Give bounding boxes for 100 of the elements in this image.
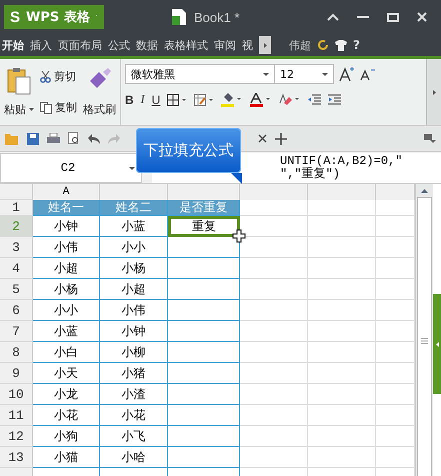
layout-icon[interactable] [424,134,436,144]
row-number[interactable]: 12 [0,426,33,447]
table-cell: 小花 [33,405,100,426]
decrease-indent-icon[interactable] [308,94,322,106]
row-number[interactable]: 4 [0,258,33,279]
cut-button[interactable]: 剪切 [40,69,77,84]
menu-tab[interactable]: 插入 [30,38,52,52]
row-number[interactable]: 10 [0,384,33,405]
shirt-icon[interactable] [335,40,347,50]
user-menu[interactable]: 伟超 [289,38,311,52]
table-cell: 小伟 [33,237,100,258]
copy-button[interactable]: 复制 [40,100,77,115]
menu-tab[interactable]: 数据 [136,38,158,52]
italic-button[interactable]: I [140,92,145,107]
table-cell: 小白 [33,342,100,363]
table-cell [308,384,376,405]
menu-tab[interactable]: 公式 [108,38,130,52]
table-cell [168,426,240,447]
help-button[interactable]: ? [353,38,360,52]
document-icon [172,9,186,25]
copy-icon [40,102,52,114]
cell-reference-field[interactable]: C2 [0,153,142,183]
print-icon[interactable] [47,132,60,144]
undo-icon[interactable] [88,134,100,144]
font-size-field[interactable]: 12 [274,64,334,84]
table-cell [168,279,240,300]
menu-tab[interactable]: 视 [242,38,253,52]
caret-icon [263,72,269,76]
table-cell [308,405,376,426]
save-icon[interactable] [27,132,39,144]
table-cell [240,200,308,216]
table-cell: 小哈 [100,447,168,468]
menu-tab[interactable]: 表格样式 [164,38,208,52]
menu-tab[interactable]: 开始 [2,38,24,52]
table-cell [308,300,376,321]
table-cell: 小渣 [100,384,168,405]
row-number[interactable]: 5 [0,279,33,300]
table-cell [308,363,376,384]
minimize-icon[interactable] [357,13,369,21]
shrink-font-icon[interactable] [360,67,376,81]
table-cell [168,384,240,405]
close-icon[interactable] [258,134,266,143]
table-cell: 小蓝 [33,321,100,342]
menu-tab[interactable]: 页面布局 [58,38,102,52]
row-number[interactable]: 8 [0,342,33,363]
table-style-icon[interactable] [194,94,214,106]
table-cell [240,405,308,426]
increase-indent-icon[interactable] [328,94,342,106]
new-tab-icon[interactable] [274,132,286,144]
table-cell [168,405,240,426]
paste-button[interactable]: 粘贴 [4,102,34,117]
font-color-icon[interactable] [250,92,272,106]
paste-icon[interactable] [7,67,31,95]
table-cell [240,300,308,321]
font-name-field[interactable]: 微软雅黑 [125,64,275,84]
table-cell [308,200,376,216]
column-title: 是否重复 [168,200,240,216]
table-cell [168,258,240,279]
table-cell: 小猪 [100,363,168,384]
row-number[interactable]: 7 [0,321,33,342]
table-cell: 小杨 [100,258,168,279]
table-cell: 小小 [33,300,100,321]
table-cell [168,300,240,321]
row-number[interactable]: 11 [0,405,33,426]
fill-color-icon[interactable] [221,92,244,106]
column-title: 姓名一 [33,200,100,216]
refresh-icon[interactable] [317,39,329,51]
maximize-icon[interactable] [387,12,399,22]
row-number[interactable]: 1 [0,200,33,216]
caret-icon [322,72,328,76]
brush-icon[interactable] [88,67,112,91]
print-preview-icon[interactable] [68,132,80,145]
table-cell [168,342,240,363]
underline-button[interactable]: U [152,92,160,106]
app-menu-button[interactable]: S WPS 表格 [4,5,104,29]
table-cell [308,447,376,468]
row-number[interactable]: 13 [0,447,33,468]
more-tabs-button[interactable] [259,36,271,54]
bold-button[interactable]: B [125,92,134,106]
table-cell [240,447,308,468]
vertical-scrollbar[interactable] [415,184,433,476]
arrow-right-icon [264,42,266,48]
table-cell [240,342,308,363]
collapse-icon[interactable] [327,13,339,21]
row-number[interactable]: 9 [0,363,33,384]
format-painter-button[interactable]: 格式刷 [83,102,116,117]
menu-tab[interactable]: 审阅 [214,38,236,52]
scroll-up-icon[interactable] [421,189,428,193]
grip-icon [421,338,428,344]
scissors-icon [40,70,51,82]
table-cell [240,279,308,300]
row-number[interactable]: 3 [0,237,33,258]
eraser-icon[interactable] [279,92,302,106]
borders-icon[interactable] [167,94,188,106]
caret-icon [129,166,135,170]
arrow-right-icon [432,90,436,94]
grow-font-icon[interactable] [339,66,355,82]
arrow-left-icon [436,342,438,346]
row-number[interactable]: 6 [0,300,33,321]
fill-cursor-icon [232,229,246,243]
